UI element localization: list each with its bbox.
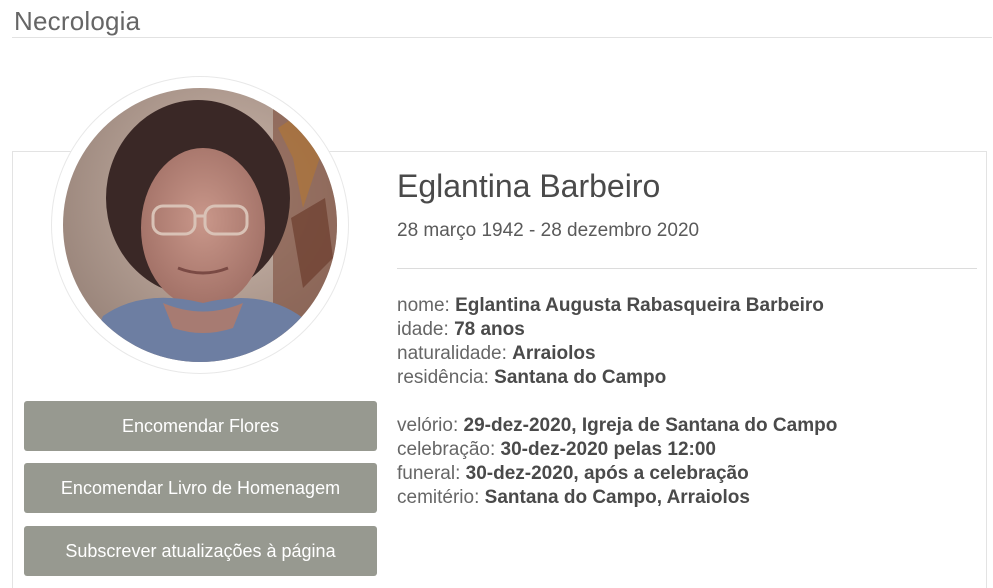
order-tribute-book-button[interactable]: Encomendar Livro de Homenagem (24, 463, 377, 513)
detail-row-wake: velório: 29-dez-2020, Igreja de Santana … (397, 414, 837, 438)
avatar (63, 88, 337, 362)
detail-value: 30-dez-2020 pelas 12:00 (500, 439, 716, 460)
detail-label: nome: (397, 295, 450, 316)
avatar-frame (52, 77, 348, 373)
detail-value: Santana do Campo (494, 367, 667, 388)
detail-label: naturalidade: (397, 343, 507, 364)
detail-label: idade: (397, 319, 449, 340)
section-header: Necrologia (12, 4, 992, 38)
portrait-photo-image (63, 88, 337, 362)
life-dates: 28 março 1942 - 28 dezembro 2020 (397, 220, 700, 241)
detail-value: 29-dez-2020, Igreja de Santana do Campo (463, 415, 838, 436)
subscribe-updates-button[interactable]: Subscrever atualizações à página (24, 526, 377, 576)
personal-details: nome: Eglantina Augusta Rabasqueira Barb… (397, 294, 824, 390)
detail-value: Santana do Campo, Arraiolos (484, 487, 750, 508)
order-flowers-button[interactable]: Encomendar Flores (24, 401, 377, 451)
detail-label: velório: (397, 415, 459, 436)
detail-value: Eglantina Augusta Rabasqueira Barbeiro (455, 295, 824, 316)
deceased-name: Eglantina Barbeiro (397, 168, 661, 204)
detail-label: cemitério: (397, 487, 480, 508)
obituary-page: Necrologia Encomendar Flores Encomendar … (0, 0, 993, 588)
section-title: Necrologia (14, 6, 141, 36)
detail-value: Arraiolos (512, 343, 596, 364)
detail-label: celebração: (397, 439, 496, 460)
detail-row-residence: residência: Santana do Campo (397, 366, 824, 390)
divider (397, 268, 977, 269)
detail-value: 30-dez-2020, após a celebração (465, 463, 749, 484)
detail-label: funeral: (397, 463, 461, 484)
detail-row-age: idade: 78 anos (397, 318, 824, 342)
detail-row-celebration: celebração: 30-dez-2020 pelas 12:00 (397, 438, 837, 462)
detail-row-name: nome: Eglantina Augusta Rabasqueira Barb… (397, 294, 824, 318)
detail-row-funeral: funeral: 30-dez-2020, após a celebração (397, 462, 837, 486)
detail-row-birthplace: naturalidade: Arraiolos (397, 342, 824, 366)
detail-row-cemetery: cemitério: Santana do Campo, Arraiolos (397, 486, 837, 510)
ceremony-details: velório: 29-dez-2020, Igreja de Santana … (397, 414, 837, 510)
detail-label: residência: (397, 367, 489, 388)
detail-value: 78 anos (454, 319, 525, 340)
